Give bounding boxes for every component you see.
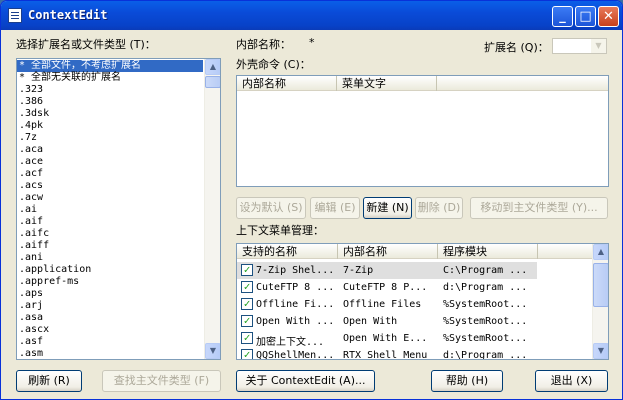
context-list-scrollbar[interactable]: ▲ ▼ [592,244,608,359]
extension-list-item[interactable]: .aca [17,144,203,156]
extension-list-item[interactable]: .aifc [17,228,203,240]
window-title: ContextEdit [28,8,108,22]
context-row[interactable]: ✓ 7-Zip Shel... 7-Zip C:\Program ... [237,262,537,279]
scroll-down-icon[interactable]: ▼ [205,343,220,359]
edit-button[interactable]: 编辑 (E) [310,197,360,219]
supported-name-cell: 加密上下文... [256,337,325,348]
context-edit-window: ContextEdit _ □ ✕ 选择扩展名或文件类型 (T)： * 全部文件… [0,0,623,400]
scroll-thumb[interactable] [205,76,220,88]
title-bar[interactable]: ContextEdit _ □ ✕ [1,1,622,30]
col-program-module[interactable]: 程序模块 [438,244,538,259]
move-to-main-type-button[interactable]: 移动到主文件类型 (Y)... [470,197,608,219]
supported-name-cell: 7-Zip Shel... [256,265,335,276]
program-module-cell: C:\Program ... [443,265,528,276]
col-supported-name[interactable]: 支持的名称 [237,244,338,259]
extension-list-scrollbar[interactable]: ▲ ▼ [204,59,220,359]
supported-name-cell: QQShellMen... [256,350,335,360]
enabled-checkbox[interactable]: ✓ [241,298,253,310]
about-button[interactable]: 关于 ContextEdit (A)... [236,370,375,392]
col-menu-text[interactable]: 菜单文字 [337,76,437,91]
extension-list-item[interactable]: .arj [17,300,203,312]
shell-commands-list[interactable]: 内部名称 菜单文字 [236,75,609,187]
context-menu-list[interactable]: 支持的名称 内部名称 程序模块 ✓ 7-Zip Shel... 7-Zip C:\Pr… [236,243,609,360]
extension-list-item[interactable]: * 全部文件，不考虑扩展名 [17,60,203,72]
context-scroll-down-icon[interactable]: ▼ [593,343,608,359]
extension-list-item[interactable]: .4pk [17,120,203,132]
internal-name-cell: 7-Zip [343,265,374,276]
extension-list-item[interactable]: .ani [17,252,203,264]
refresh-button[interactable]: 刷新 (R) [16,370,82,392]
extension-list[interactable]: * 全部文件，不考虑扩展名 * 全部无关联的扩展名 .323.386.3dsk .4p… [16,58,221,360]
extension-list-item[interactable]: .7z [17,132,203,144]
extension-list-item[interactable]: .3dsk [17,108,203,120]
extension-list-item[interactable]: .ascx [17,324,203,336]
context-scroll-thumb[interactable] [593,263,608,307]
internal-name-cell: CuteFTP 8 P... [343,282,428,293]
new-button[interactable]: 新建 (N) [363,197,412,219]
context-scroll-up-icon[interactable]: ▲ [593,244,608,260]
extension-items: * 全部文件，不考虑扩展名 * 全部无关联的扩展名 .323.386.3dsk .4p… [17,60,203,359]
context-row[interactable]: ✓ 加密上下文... Open With E... %SystemRoot... [237,330,592,348]
extension-list-item[interactable]: .386 [17,96,203,108]
extension-list-item[interactable]: .ace [17,156,203,168]
context-row[interactable]: ✓ QQShellMen... RTX Shell Menu d:\Program .… [237,347,592,360]
extension-list-item[interactable]: .asa [17,312,203,324]
program-module-cell: %SystemRoot... [443,299,528,310]
extension-list-item[interactable]: .323 [17,84,203,96]
minimize-button[interactable]: _ [552,6,573,27]
program-module-cell: d:\Program ... [443,282,528,293]
context-row[interactable]: ✓ Open With ... Open With %SystemRoot... [237,313,592,330]
context-row[interactable]: ✓ Offline Fi... Offline Files %SystemRoot..… [237,296,592,313]
internal-name-cell: Offline Files [343,299,422,310]
enabled-checkbox[interactable]: ✓ [241,332,253,344]
extension-list-item[interactable]: .asm [17,348,203,359]
extension-list-item[interactable]: .aps [17,288,203,300]
supported-name-cell: CuteFTP 8 ... [256,282,335,293]
supported-name-cell: Open With ... [256,316,335,327]
supported-name-cell: Offline Fi... [256,299,335,310]
internal-name-label: 内部名称： [236,38,291,51]
help-button[interactable]: 帮助 (H) [431,370,503,392]
chevron-down-icon[interactable]: ▼ [591,39,606,53]
shell-commands-label: 外壳命令 (C)： [236,58,311,71]
context-row[interactable]: ✓ CuteFTP 8 ... CuteFTP 8 P... d:\Program .… [237,279,592,296]
internal-name-cell: Open With E... [343,333,428,344]
maximize-button[interactable]: □ [575,6,596,27]
context-menu-label: 上下文菜单管理： [236,224,324,237]
extension-combo-label: 扩展名 (Q)： [484,41,549,54]
extension-list-item[interactable]: .acf [17,168,203,180]
extension-list-item[interactable]: .appref-ms [17,276,203,288]
extension-list-item[interactable]: .acw [17,192,203,204]
extension-list-item[interactable]: .aiff [17,240,203,252]
shell-list-header: 内部名称 菜单文字 [237,76,608,91]
set-default-button[interactable]: 设为默认 (S) [236,197,306,219]
extension-list-item[interactable]: .aif [17,216,203,228]
extension-list-item[interactable]: .application [17,264,203,276]
program-module-cell: %SystemRoot... [443,333,528,344]
enabled-checkbox[interactable]: ✓ [241,349,253,359]
find-main-type-button[interactable]: 查找主文件类型 (F) [102,370,221,392]
extension-list-label: 选择扩展名或文件类型 (T)： [16,38,156,51]
close-button[interactable]: ✕ [598,6,619,27]
col-internal-name[interactable]: 内部名称 [237,76,337,91]
extension-list-item[interactable]: .asf [17,336,203,348]
program-module-cell: d:\Program ... [443,350,528,360]
extension-list-item[interactable]: * 全部无关联的扩展名 [17,72,203,84]
internal-name-cell: RTX Shell Menu [343,350,428,360]
col-context-internal-name[interactable]: 内部名称 [338,244,438,259]
extension-combo[interactable]: ▼ [552,38,607,54]
enabled-checkbox[interactable]: ✓ [241,281,253,293]
enabled-checkbox[interactable]: ✓ [241,315,253,327]
exit-button[interactable]: 退出 (X) [535,370,608,392]
enabled-checkbox[interactable]: ✓ [241,264,253,276]
internal-name-value: * [309,36,315,49]
delete-button[interactable]: 删除 (D) [415,197,463,219]
internal-name-cell: Open With [343,316,398,327]
scroll-up-icon[interactable]: ▲ [205,59,220,75]
app-icon [8,8,22,23]
extension-list-item[interactable]: .ai [17,204,203,216]
context-list-header: 支持的名称 内部名称 程序模块 [237,244,592,259]
extension-list-item[interactable]: .acs [17,180,203,192]
program-module-cell: %SystemRoot... [443,316,528,327]
